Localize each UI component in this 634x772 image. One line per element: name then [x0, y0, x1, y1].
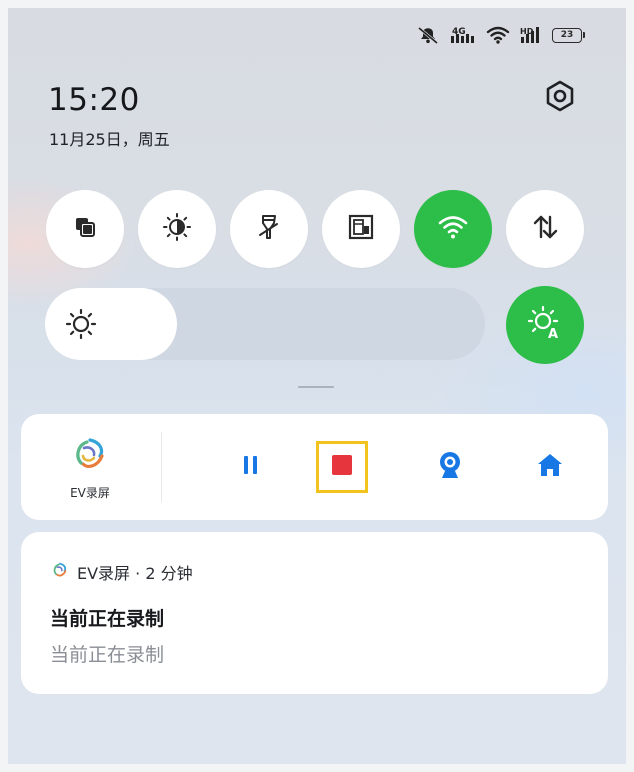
home-icon: [536, 452, 564, 482]
svg-text:A: A: [548, 327, 558, 342]
stop-button[interactable]: [322, 447, 362, 487]
gear-icon: [543, 79, 577, 117]
screenshot-icon: [346, 212, 376, 246]
ev-recorder-logo-icon: [51, 561, 69, 583]
stop-icon: [331, 454, 353, 480]
home-button[interactable]: [530, 447, 570, 487]
camera-icon: [437, 451, 463, 483]
mobile-data-tile[interactable]: [506, 190, 584, 268]
auto-brightness-icon: A: [526, 304, 564, 346]
wifi-tile[interactable]: [414, 190, 492, 268]
notification-title: 当前正在录制: [50, 608, 165, 630]
pause-button[interactable]: [231, 447, 271, 487]
clock: 15:20: [48, 82, 140, 118]
recorder-app[interactable]: EV录屏: [21, 414, 159, 520]
mobile-data-icon: [531, 212, 559, 246]
app-name: EV录屏: [70, 485, 110, 500]
dark-mode-icon: [162, 212, 192, 246]
status-bar: 4G HD 23: [416, 22, 585, 48]
divider: [161, 432, 162, 502]
notification-shade: 4G HD 23 15:20 11月25日，周五 A EV录屏 EV录屏 · 2…: [8, 8, 626, 764]
auto-brightness-button[interactable]: A: [506, 286, 584, 364]
dark-mode-tile[interactable]: [138, 190, 216, 268]
battery-indicator: 23: [552, 27, 585, 43]
brightness-slider[interactable]: [45, 288, 485, 360]
cellular-signal-icon: HD: [520, 25, 542, 45]
multi-window-tile[interactable]: [46, 190, 124, 268]
drag-handle[interactable]: [298, 386, 334, 388]
settings-button[interactable]: [542, 80, 578, 116]
wifi-icon: [437, 213, 469, 245]
hd-signal-icon: 4G: [450, 25, 476, 45]
notification-source: EV录屏 · 2 分钟: [77, 564, 193, 583]
ev-recorder-logo-icon: [70, 434, 110, 478]
notification-body: 当前正在录制: [50, 644, 165, 666]
multi-window-icon: [72, 214, 98, 244]
pause-icon: [241, 454, 261, 480]
notification-header: EV录屏 · 2 分钟: [51, 560, 193, 584]
date-label: 11月25日，周五: [49, 130, 170, 149]
mute-bell-icon: [416, 25, 440, 45]
wifi-icon: [486, 25, 510, 45]
screenshot-tile[interactable]: [322, 190, 400, 268]
flashlight-tile[interactable]: [230, 190, 308, 268]
sun-icon: [65, 308, 97, 340]
recording-notification[interactable]: EV录屏 · 2 分钟 当前正在录制 当前正在录制: [21, 532, 608, 694]
recording-control-card: EV录屏: [21, 414, 608, 520]
camera-button[interactable]: [430, 447, 470, 487]
flashlight-icon: [254, 212, 284, 246]
